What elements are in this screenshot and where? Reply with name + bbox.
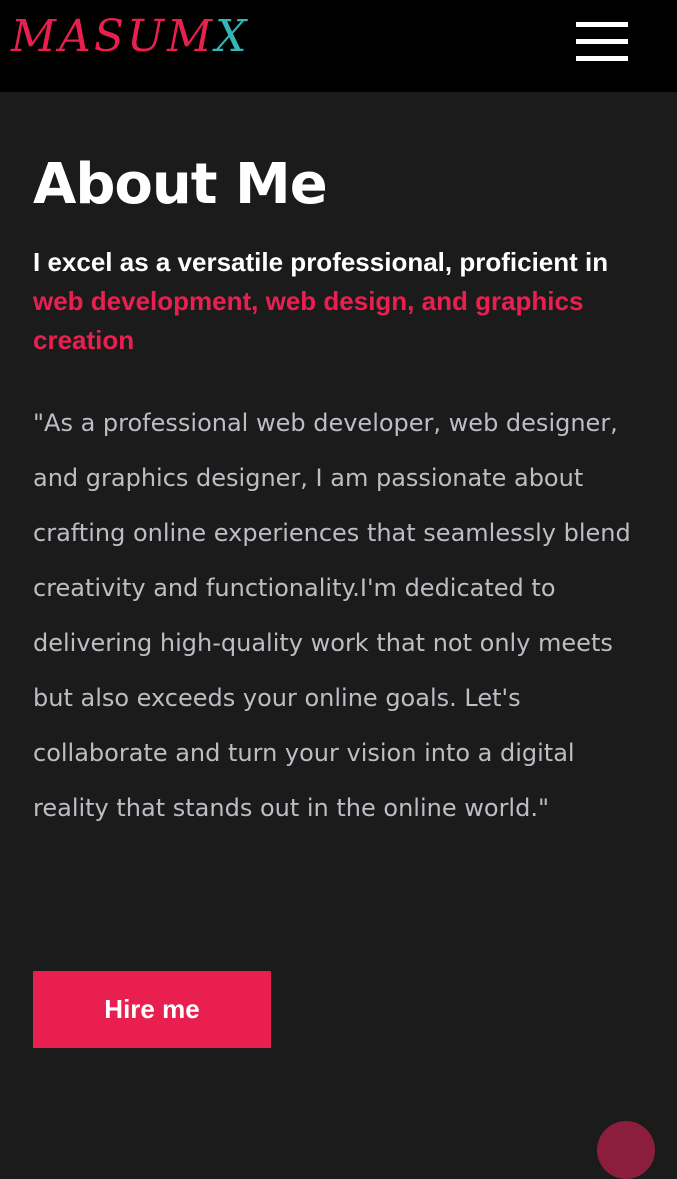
menu-bar: [576, 22, 628, 27]
about-title: About Me: [33, 152, 328, 217]
about-section: About Me I excel as a versatile professi…: [33, 152, 633, 836]
logo-main-text: MASUM: [11, 11, 216, 62]
hire-me-button[interactable]: Hire me: [33, 971, 271, 1048]
hamburger-menu-icon[interactable]: [576, 21, 629, 62]
scroll-to-top-icon[interactable]: [597, 1121, 655, 1179]
logo-accent-text: X: [215, 11, 250, 62]
navbar: MASUMX: [0, 0, 677, 92]
menu-bar: [576, 56, 628, 61]
about-subtitle-highlight: web development, web design, and graphic…: [33, 286, 584, 355]
about-body-text: "As a professional web developer, web de…: [33, 409, 631, 822]
menu-bar: [576, 39, 628, 44]
about-subtitle-prefix: I excel as a versatile professional, pro…: [33, 247, 609, 277]
about-subtitle: I excel as a versatile professional, pro…: [33, 243, 633, 360]
site-logo[interactable]: MASUMX: [11, 10, 249, 64]
